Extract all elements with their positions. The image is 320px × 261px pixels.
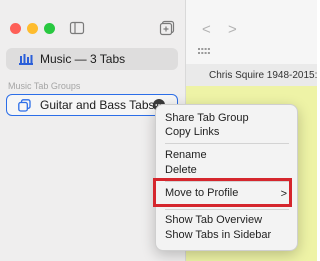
minimize-window-button[interactable] bbox=[27, 23, 38, 34]
menu-item-show-tabs-in-sidebar[interactable]: Show Tabs in Sidebar bbox=[165, 229, 271, 241]
tab-group-icon bbox=[18, 98, 31, 112]
close-window-button[interactable] bbox=[10, 23, 21, 34]
highlight-box bbox=[153, 178, 292, 207]
new-tab-group-icon[interactable] bbox=[159, 20, 175, 36]
menu-item-copy-links[interactable]: Copy Links bbox=[165, 126, 219, 138]
menu-separator bbox=[165, 209, 289, 210]
zoom-window-button[interactable] bbox=[44, 23, 55, 34]
music-icon bbox=[19, 54, 33, 65]
menu-separator bbox=[165, 143, 289, 144]
section-header: Music Tab Groups bbox=[8, 81, 81, 91]
browser-tab-title: Chris Squire 1948-2015: t bbox=[209, 69, 320, 81]
toolbar: < > bbox=[186, 0, 317, 65]
browser-tab[interactable]: Chris Squire 1948-2015: t bbox=[186, 64, 320, 86]
menu-item-show-tab-overview[interactable]: Show Tab Overview bbox=[165, 214, 262, 226]
menu-item-rename[interactable]: Rename bbox=[165, 149, 207, 161]
guitar-and-bass-tabs-label: Guitar and Bass Tabs bbox=[40, 98, 155, 112]
sidebar-toggle-icon[interactable] bbox=[69, 20, 85, 36]
back-icon[interactable]: < bbox=[202, 21, 211, 38]
tab-overview-icon[interactable] bbox=[198, 48, 210, 56]
music-tab-group-label: Music — 3 Tabs bbox=[40, 52, 126, 66]
sidebar-item-music-tab-group[interactable]: Music — 3 Tabs bbox=[6, 48, 178, 70]
menu-item-share-tab-group[interactable]: Share Tab Group bbox=[165, 112, 249, 124]
sidebar-item-guitar-and-bass-tabs[interactable]: Guitar and Bass Tabs bbox=[6, 94, 178, 116]
forward-icon[interactable]: > bbox=[228, 21, 237, 38]
menu-item-delete[interactable]: Delete bbox=[165, 164, 197, 176]
context-menu: Share Tab Group Copy Links Rename Delete… bbox=[153, 104, 298, 251]
